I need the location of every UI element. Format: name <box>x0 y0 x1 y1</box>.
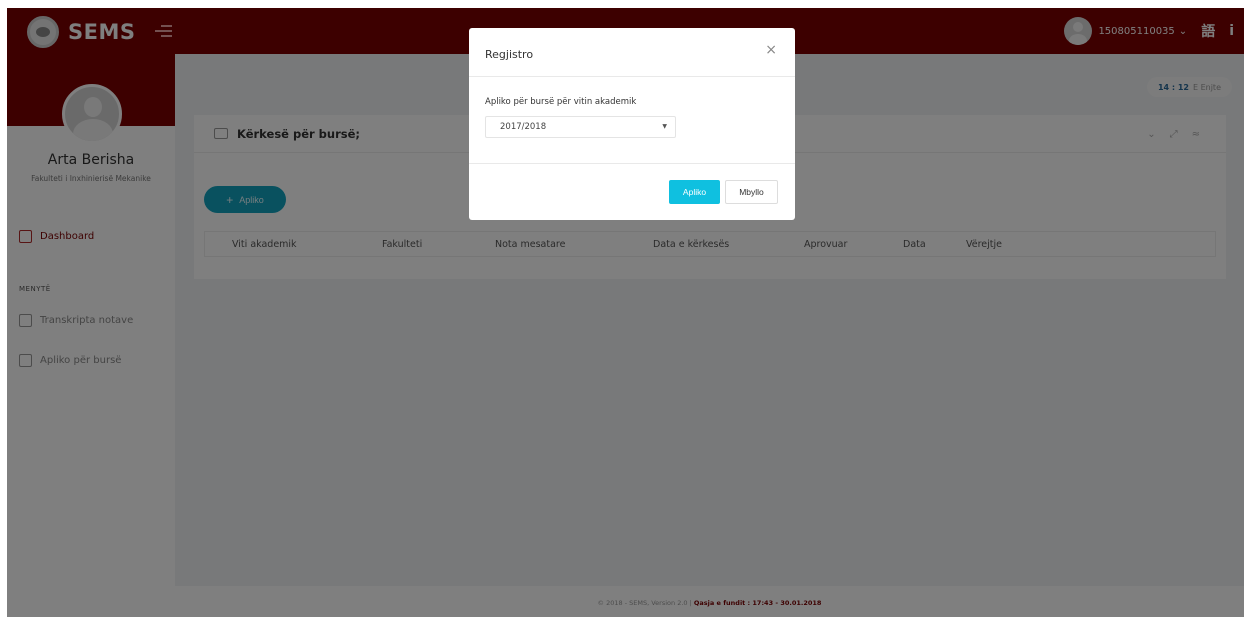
modal-close-button[interactable]: Mbyllo <box>725 180 778 204</box>
close-icon[interactable]: × <box>765 42 777 58</box>
modal-apply-button[interactable]: Apliko <box>669 180 720 204</box>
app-frame: SEMS 150805110035 ⌄ 語 i Arta Berisha Fak… <box>7 8 1244 617</box>
academic-year-label: Apliko për bursë për vitin akademik <box>485 97 637 107</box>
academic-year-select[interactable]: 2017/2018 ▼ <box>485 116 676 138</box>
caret-down-icon: ▼ <box>662 123 667 130</box>
register-modal: Regjistro × Apliko për bursë për vitin a… <box>469 28 795 220</box>
modal-divider <box>469 163 795 164</box>
modal-title: Regjistro <box>485 48 534 61</box>
selected-year: 2017/2018 <box>500 122 547 132</box>
modal-header: Regjistro × <box>469 28 795 77</box>
